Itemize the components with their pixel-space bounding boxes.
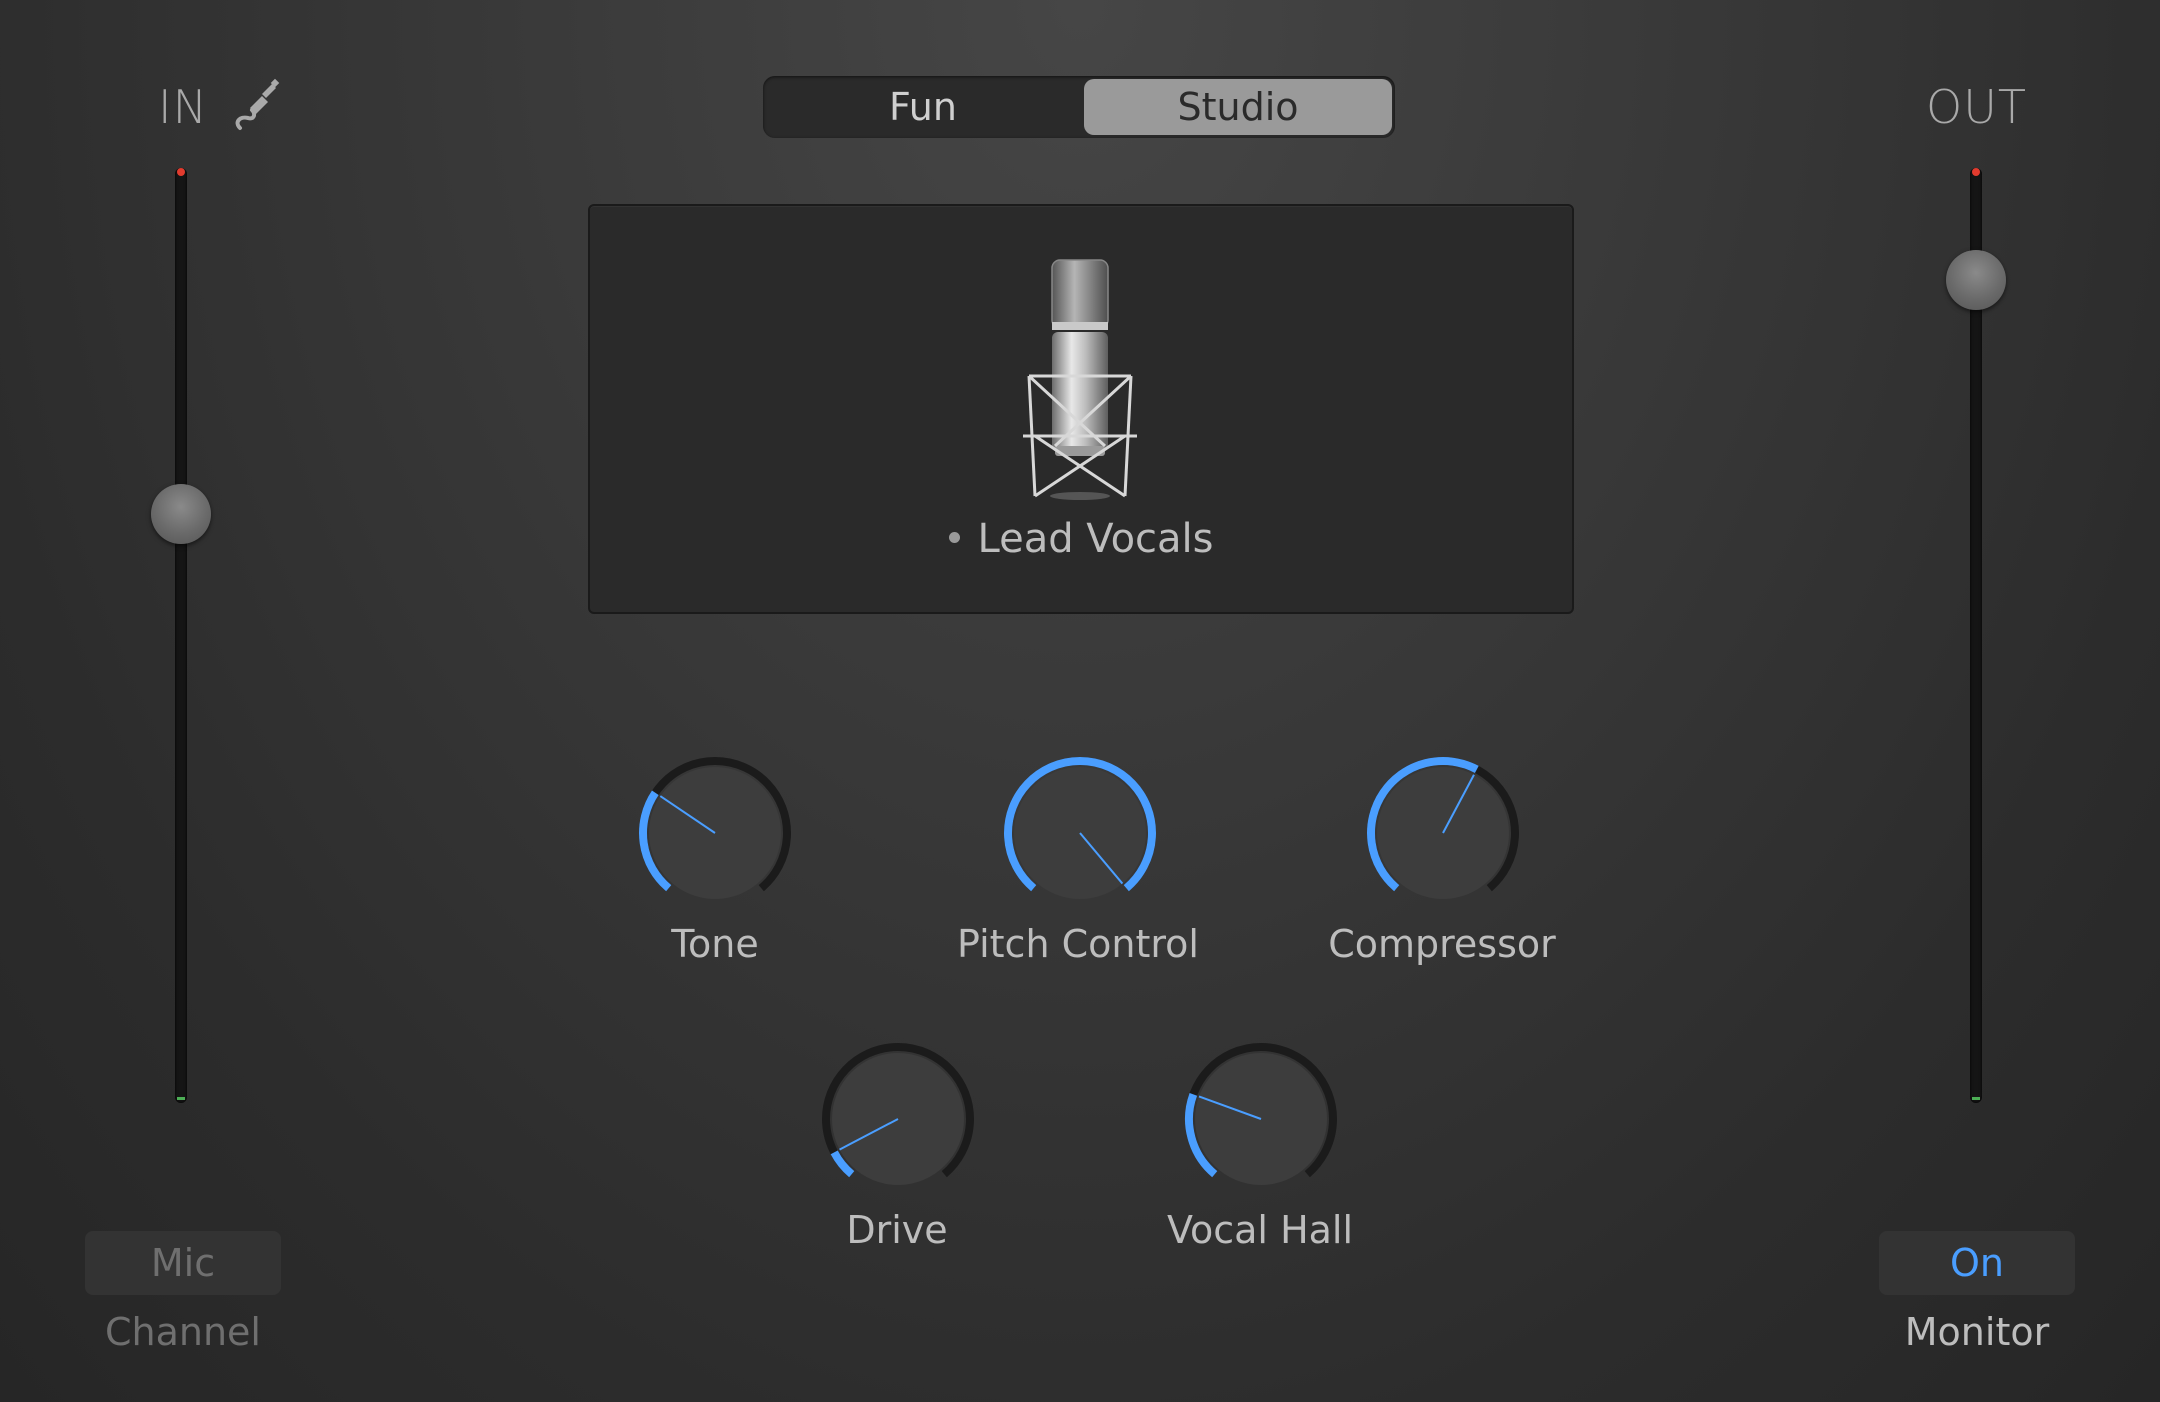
output-signal-indicator (1972, 1097, 1980, 1100)
monitor-button[interactable]: On (1879, 1231, 2075, 1295)
channel-button[interactable]: Mic (85, 1231, 281, 1295)
preset-selector[interactable]: Lead Vocals (588, 204, 1574, 614)
vocal-hall-label: Vocal Hall (1166, 1208, 1354, 1252)
compressor-knob-graphic (1367, 757, 1519, 899)
preset-name: Lead Vocals (590, 516, 1572, 562)
output-clip-indicator (1972, 168, 1980, 176)
preset-name-text: Lead Vocals (977, 516, 1214, 562)
drive-knob[interactable] (813, 1034, 983, 1204)
input-label: IN (158, 80, 208, 134)
input-signal-indicator (177, 1097, 185, 1100)
pitch-control-knob[interactable] (995, 748, 1165, 918)
tone-label: Tone (671, 922, 759, 966)
input-clip-indicator (177, 168, 185, 176)
guitar-cable-icon[interactable] (232, 78, 282, 134)
condenser-microphone-icon (1015, 256, 1145, 506)
channel-caption: Channel (104, 1310, 261, 1354)
tab-fun[interactable]: Fun (766, 79, 1080, 135)
preset-indicator-dot (948, 531, 960, 543)
drive-label: Drive (846, 1208, 948, 1252)
output-level-slider[interactable] (1946, 250, 2006, 311)
drive-knob-graphic (822, 1043, 974, 1185)
output-label: OUT (1926, 80, 2027, 134)
vocal-hall-knob[interactable] (1176, 1034, 1346, 1204)
monitor-caption: Monitor (1904, 1310, 2050, 1354)
compressor-label: Compressor (1328, 922, 1556, 966)
tone-knob[interactable] (630, 748, 800, 918)
tone-knob-graphic (639, 757, 791, 899)
vocal-hall-knob-graphic (1185, 1043, 1337, 1185)
mode-segmented-control: Fun Studio (763, 76, 1395, 138)
input-level-track[interactable] (175, 168, 187, 1103)
compressor-knob[interactable] (1358, 748, 1528, 918)
pitch-control-label: Pitch Control (957, 922, 1199, 966)
tab-studio[interactable]: Studio (1084, 79, 1392, 135)
input-level-slider[interactable] (151, 483, 211, 544)
pitch-control-knob-graphic (1004, 757, 1156, 899)
